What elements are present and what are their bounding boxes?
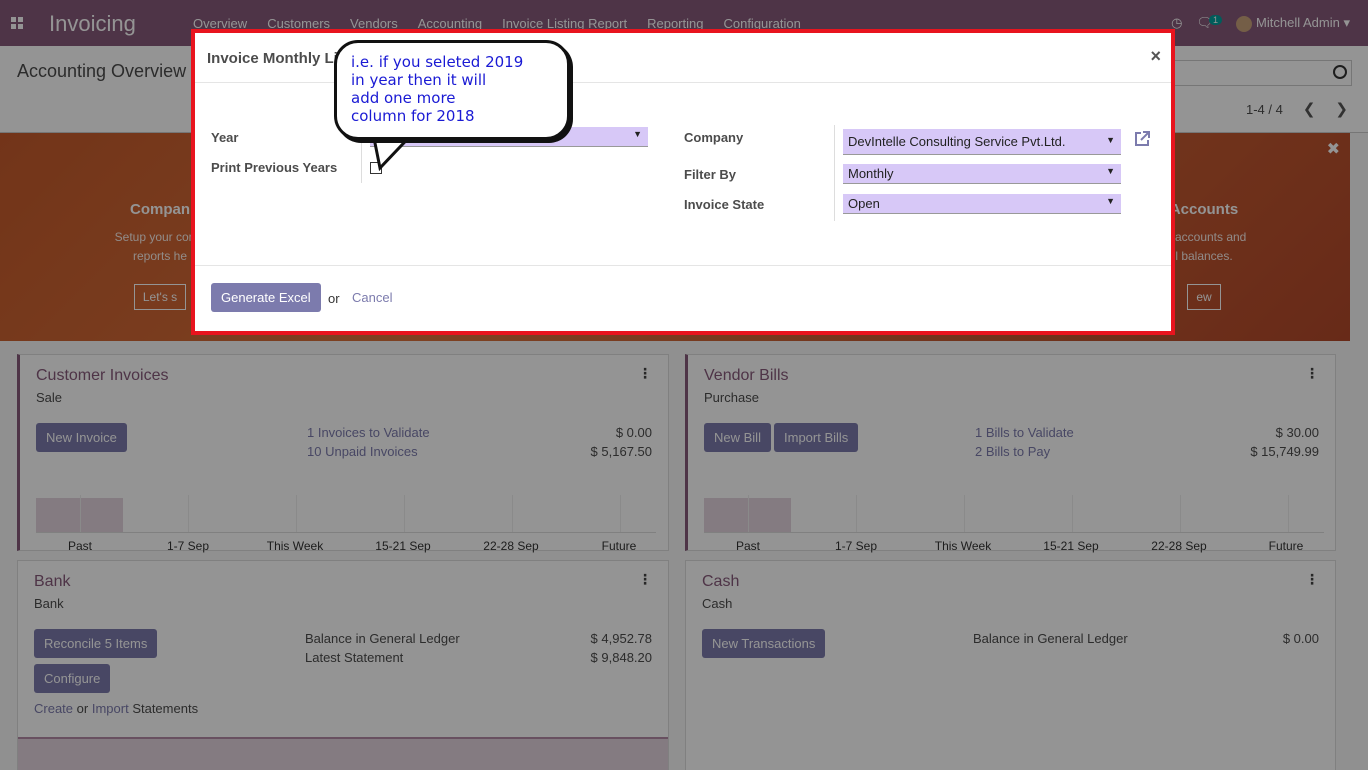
caret-down-icon: ▼ <box>1106 135 1115 145</box>
invoice-state-select[interactable]: Open ▼ <box>843 194 1121 214</box>
filter-by-select[interactable]: Monthly ▼ <box>843 164 1121 184</box>
callout-line: add one more <box>351 89 456 107</box>
invoice-state-value: Open <box>848 196 880 211</box>
year-label: Year <box>211 130 239 145</box>
modal-title: Invoice Monthly Li <box>207 50 338 67</box>
company-value: DevIntelle Consulting Service Pvt.Ltd. <box>848 134 1066 149</box>
print-previous-years-label: Print Previous Years <box>211 160 338 175</box>
caret-down-icon: ▼ <box>1106 196 1115 206</box>
invoice-state-label: Invoice State <box>684 197 765 212</box>
caret-down-icon: ▼ <box>633 129 642 139</box>
or-text: or <box>328 291 340 306</box>
company-label: Company <box>684 130 744 145</box>
external-link-icon[interactable] <box>1133 130 1151 148</box>
cancel-link[interactable]: Cancel <box>352 290 392 305</box>
callout-line: in year then it will <box>351 71 487 89</box>
filter-by-label: Filter By <box>684 167 737 182</box>
caret-down-icon: ▼ <box>1106 166 1115 176</box>
callout-line: i.e. if you seleted 2019 <box>351 53 524 71</box>
annotation-callout: i.e. if you seleted 2019 in year then it… <box>334 40 570 140</box>
filter-by-value: Monthly <box>848 166 894 181</box>
callout-line: column for 2018 <box>351 107 475 125</box>
close-icon[interactable]: × <box>1150 46 1161 67</box>
modal-footer: Generate Excel or Cancel <box>195 265 1171 335</box>
generate-excel-button[interactable]: Generate Excel <box>211 283 321 312</box>
company-select[interactable]: DevIntelle Consulting Service Pvt.Ltd. ▼ <box>843 129 1121 155</box>
